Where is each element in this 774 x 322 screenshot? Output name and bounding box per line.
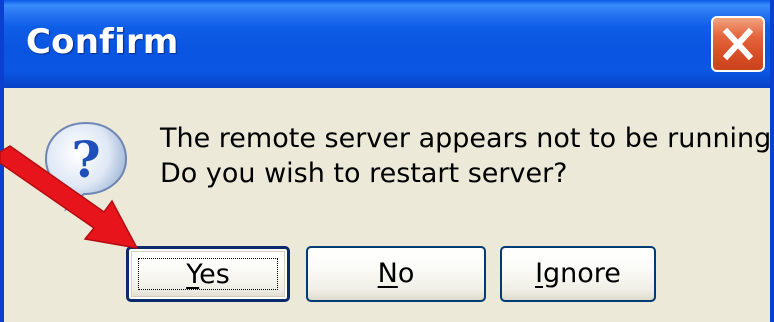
yes-button[interactable]: Yes [126,246,290,302]
svg-text:?: ? [71,130,100,189]
message-line-1: The remote server appears not to be runn… [160,123,772,154]
close-icon [722,27,754,61]
close-button[interactable] [711,16,765,72]
title-bar[interactable]: Confirm [4,0,770,88]
no-button-label: No [377,258,415,289]
ignore-button[interactable]: Ignore [500,246,656,302]
ignore-button-label: Ignore [535,258,621,289]
yes-button-label: Yes [186,259,230,290]
question-icon: ? [44,121,128,212]
no-button[interactable]: No [306,246,486,302]
message-line-2: Do you wish to restart server? [160,158,568,189]
dialog-title: Confirm [26,22,179,62]
dialog-message: The remote server appears not to be runn… [160,121,771,191]
